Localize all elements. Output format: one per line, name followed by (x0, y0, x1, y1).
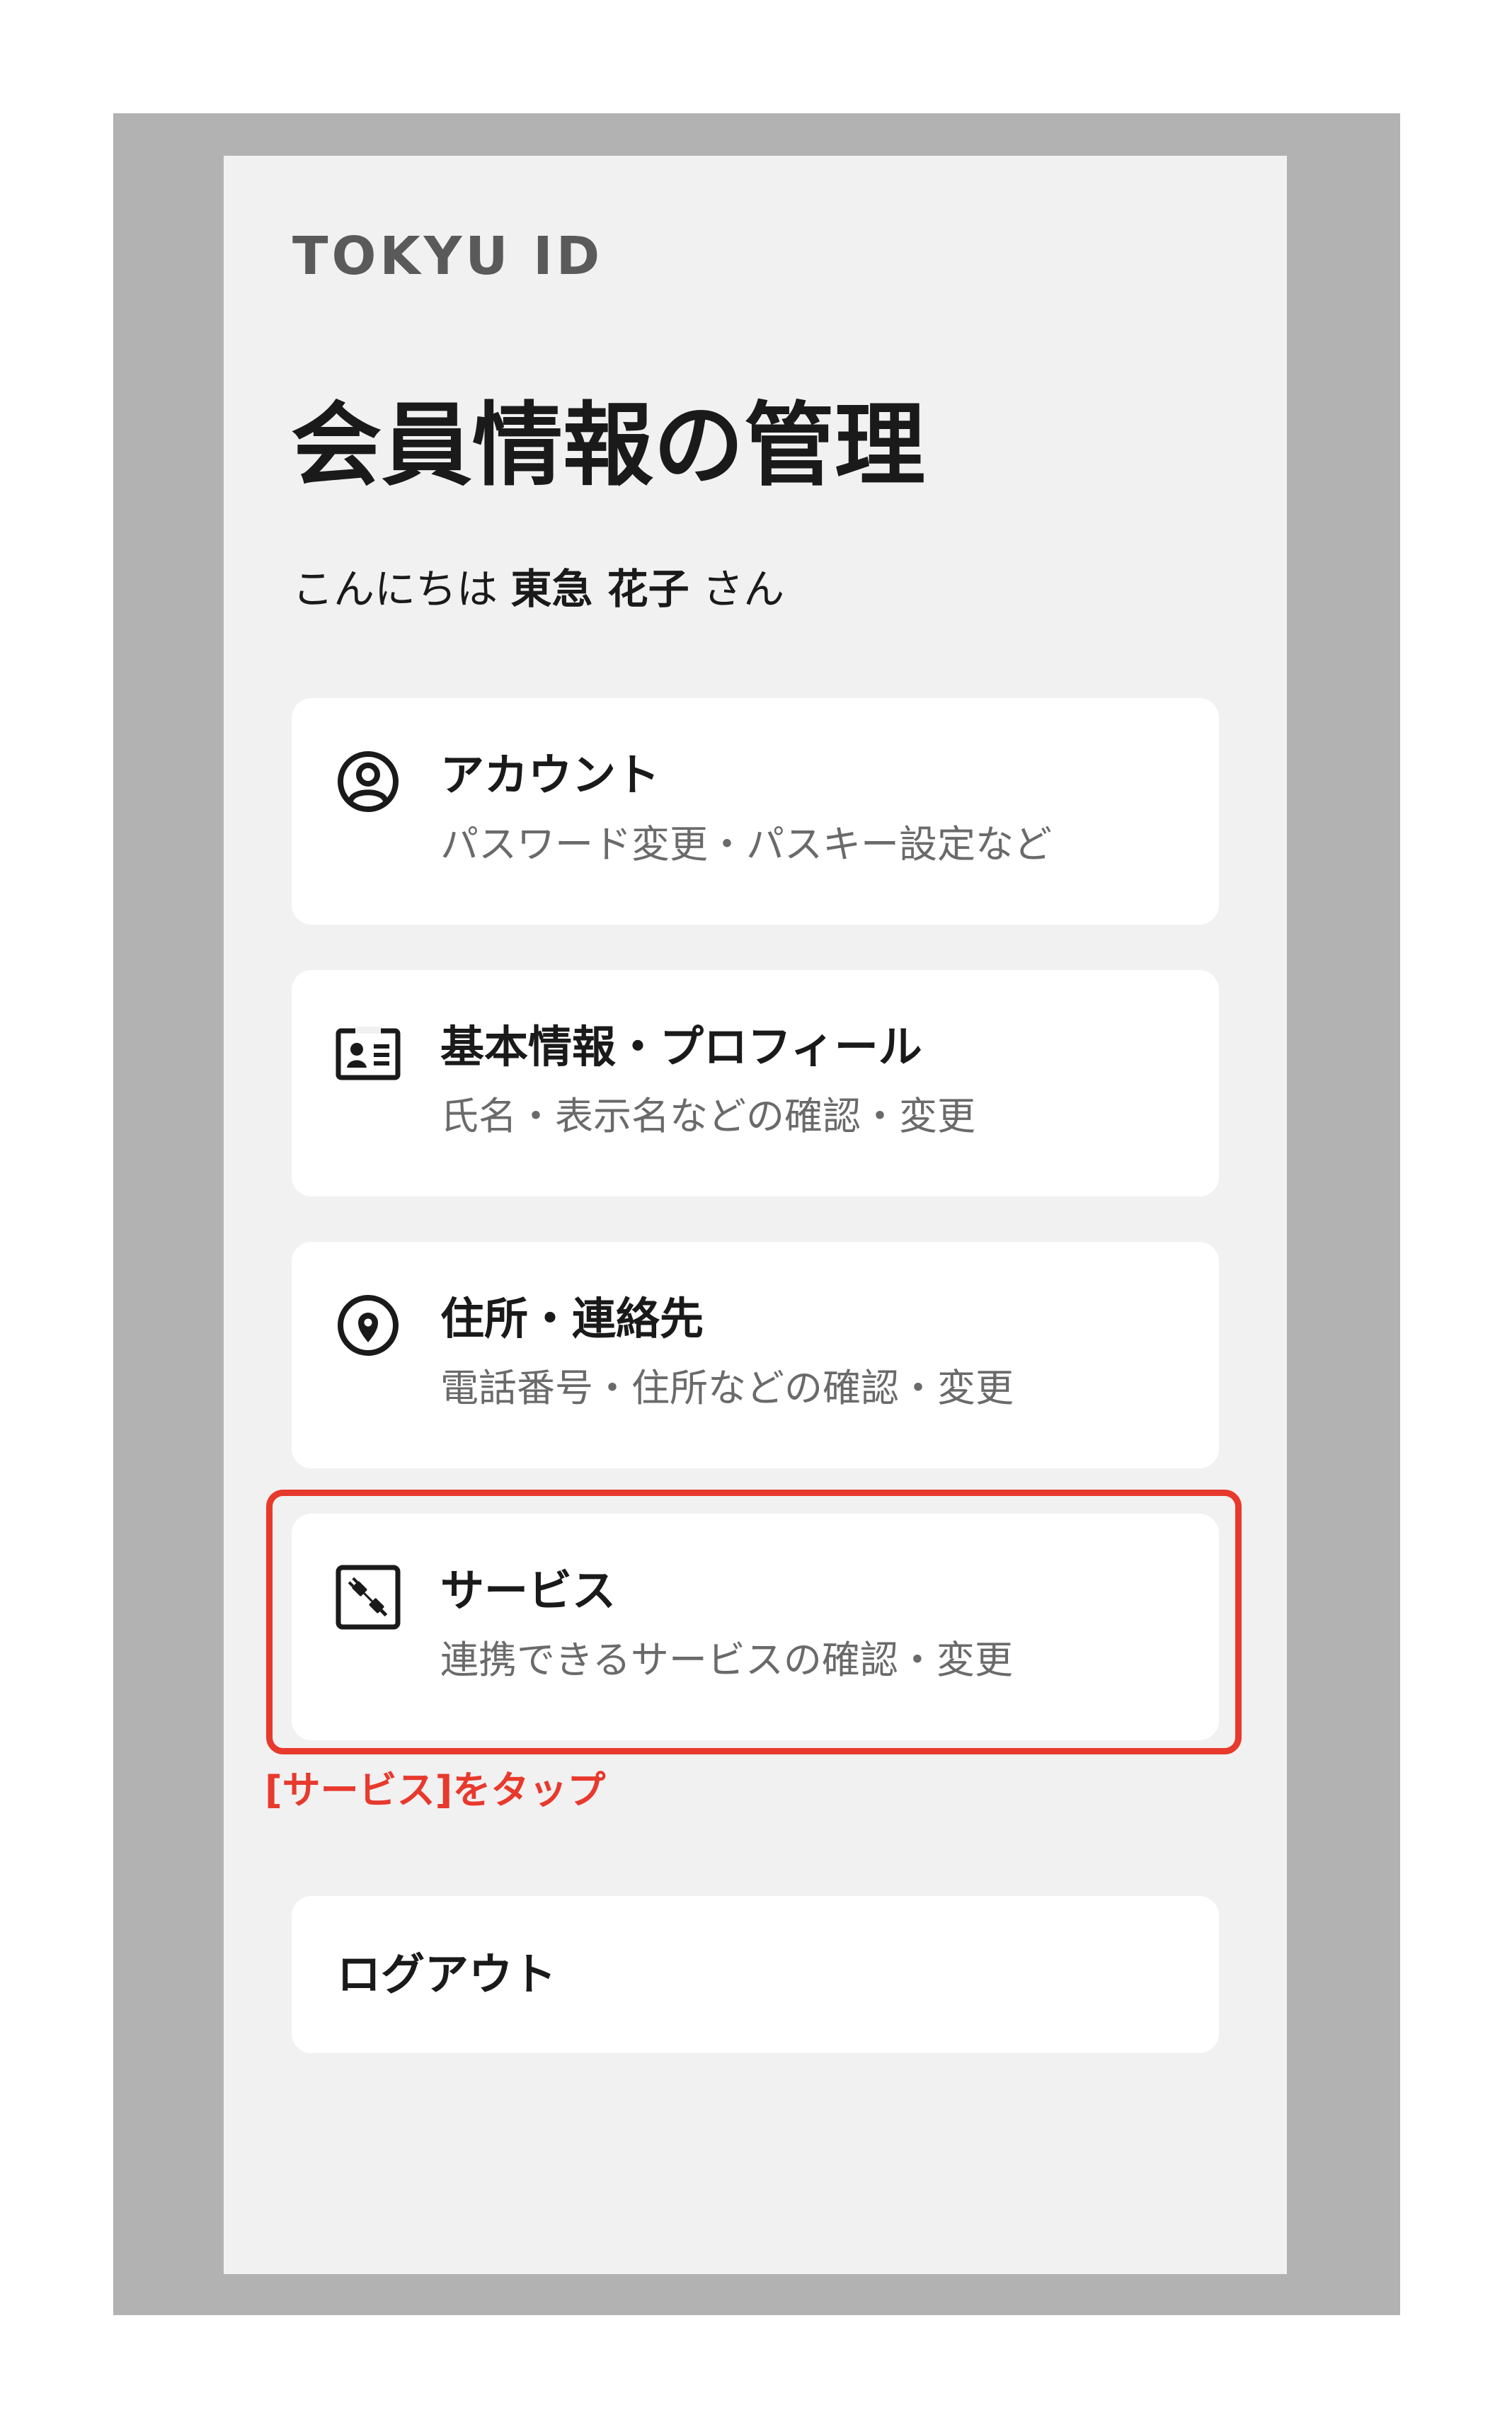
menu-item-description: パスワード変更・パスキー設定など (440, 822, 1052, 867)
menu-item-description: 氏名・表示名などの確認・変更 (440, 1094, 975, 1138)
menu-item-address[interactable]: 住所・連絡先 電話番号・住所などの確認・変更 (292, 1242, 1219, 1468)
menu-item-title: 基本情報・プロフィール (440, 1021, 922, 1073)
annotation-label: [サービス]をタップ (265, 1768, 606, 1812)
id-card-icon (336, 1027, 401, 1080)
menu-item-profile[interactable]: 基本情報・プロフィール 氏名・表示名などの確認・変更 (292, 970, 1219, 1197)
logout-button[interactable]: ログアウト (292, 1896, 1219, 2053)
logout-label: ログアウト (337, 1948, 557, 2000)
greeting-prefix: こんにちは (292, 565, 511, 613)
user-name: 東急 花子 (510, 565, 689, 613)
greeting: こんにちは 東急 花子 さん (292, 569, 784, 610)
greeting-suffix: さん (689, 565, 785, 613)
app-screen: TOKYU ID 会員情報の管理 こんにちは 東急 花子 さん アカウント パス… (224, 156, 1287, 2274)
location-pin-icon (338, 1295, 399, 1356)
tokyu-id-logo: TOKYU ID (292, 226, 604, 287)
menu-item-title: 住所・連絡先 (440, 1293, 704, 1344)
menu-item-title: アカウント (440, 749, 660, 801)
menu-item-description: 電話番号・住所などの確認・変更 (440, 1366, 1014, 1410)
highlight-box (266, 1490, 1242, 1754)
menu-item-account[interactable]: アカウント パスワード変更・パスキー設定など (292, 698, 1219, 925)
page-title: 会員情報の管理 (291, 393, 926, 498)
account-circle-icon (338, 751, 399, 812)
